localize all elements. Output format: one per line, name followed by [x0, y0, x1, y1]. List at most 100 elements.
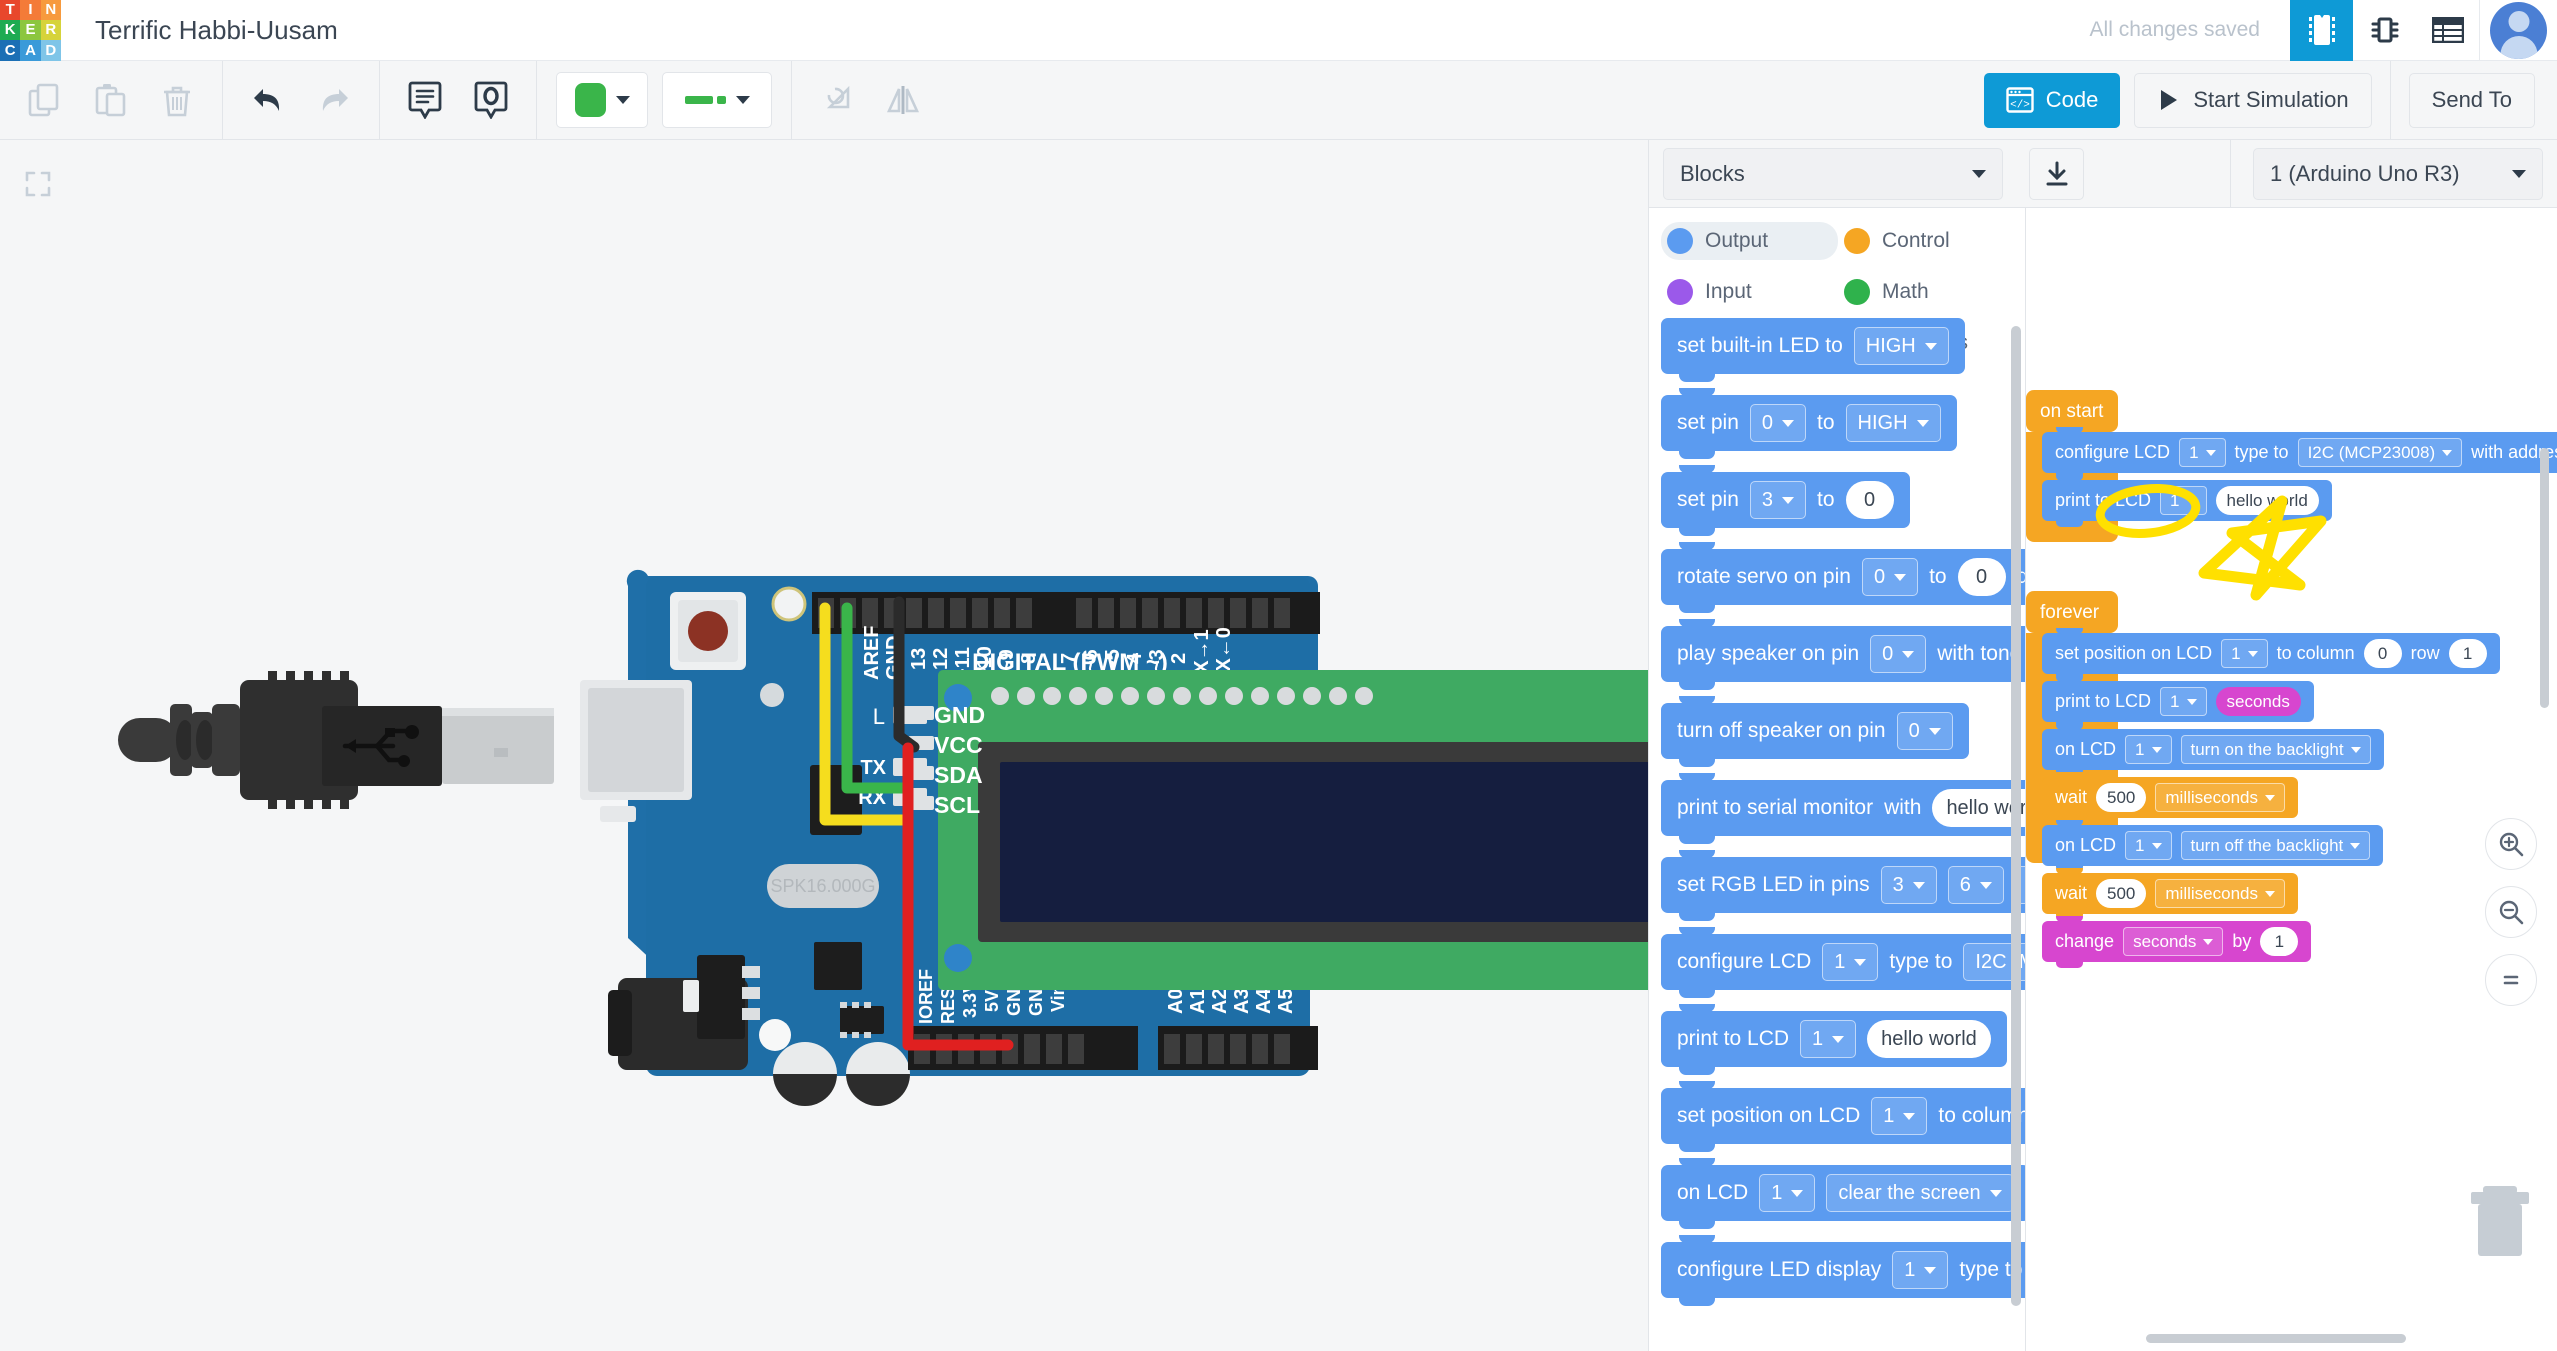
palette-block[interactable]: configure LED display1type to7-segment: [1661, 1235, 2025, 1306]
block-variable[interactable]: seconds: [2215, 687, 2301, 716]
tinkercad-logo[interactable]: TINKERCAD: [0, 0, 61, 61]
chip-icon[interactable]: [2353, 0, 2416, 61]
block-dropdown[interactable]: 1: [1822, 943, 1879, 981]
circuits-icon[interactable]: [2290, 0, 2353, 61]
redo-button[interactable]: [301, 67, 367, 133]
mirror-icon[interactable]: [870, 67, 936, 133]
palette-block[interactable]: configure LCD1type toI2C (MCP23008): [1661, 927, 2025, 998]
forever-blocks[interactable]: set position on LCD 1 to column 0 row 1 print …: [2042, 628, 2500, 969]
color-picker[interactable]: [556, 72, 648, 128]
palette-block[interactable]: set position on LCD1to column0: [1661, 1081, 2025, 1152]
palette-block[interactable]: on LCD 1 clear the screen: [1661, 1158, 2025, 1229]
block-dropdown[interactable]: 1: [2221, 639, 2268, 668]
block-input[interactable]: 500: [2096, 879, 2147, 908]
note-icon[interactable]: [392, 67, 458, 133]
zoom-in-button[interactable]: [2485, 818, 2537, 870]
download-button[interactable]: [2029, 147, 2084, 200]
block-dropdown[interactable]: 0: [1870, 635, 1927, 673]
on-start-blocks[interactable]: configure LCD 1 type to I2C (MCP23008) with …: [2042, 427, 2557, 528]
block-dropdown[interactable]: 6: [1947, 866, 2004, 904]
workspace-hscrollbar[interactable]: [2146, 1334, 2406, 1343]
category-input[interactable]: Input: [1661, 273, 1838, 311]
table-list-icon[interactable]: [2416, 0, 2479, 61]
block-dropdown[interactable]: 3: [1880, 866, 1937, 904]
on-start-hat[interactable]: on start: [2026, 390, 2118, 432]
workspace-block[interactable]: wait 500 milliseconds: [2042, 772, 2298, 824]
block-dropdown[interactable]: 1: [1892, 1251, 1949, 1289]
workspace-block[interactable]: wait 500 milliseconds: [2042, 868, 2298, 920]
block-input[interactable]: hello world: [2215, 486, 2319, 515]
code-button[interactable]: </> Code: [1983, 72, 2121, 128]
undo-button[interactable]: [235, 67, 301, 133]
palette-block[interactable]: print to LCD 1 hello world: [1661, 1004, 2007, 1075]
circuit-artwork[interactable]: SPK16.000G L TX RX AREF GND 13 12 ~11 ~1…: [0, 140, 1648, 1351]
delete-button[interactable]: [144, 67, 210, 133]
block-dropdown[interactable]: 0: [1861, 558, 1919, 596]
palette-block[interactable]: set RGB LED in pins365: [1661, 850, 2025, 921]
circuit-canvas[interactable]: SPK16.000G L TX RX AREF GND 13 12 ~11 ~1…: [0, 140, 1648, 1351]
editor-mode-dropdown[interactable]: Blocks: [1663, 147, 2003, 200]
zoom-out-button[interactable]: [2485, 886, 2537, 938]
block-dropdown[interactable]: 1: [1800, 1020, 1857, 1058]
block-input[interactable]: 0: [1845, 481, 1894, 519]
category-math[interactable]: Math: [1838, 273, 2015, 311]
block-input[interactable]: hello world: [1867, 1020, 1991, 1058]
palette-block-list[interactable]: set built-in LED to HIGH set pin 0 to HIGH set…: [1649, 318, 2025, 1309]
palette-block[interactable]: set pin 3 to 0: [1661, 465, 1910, 536]
blocks-workspace[interactable]: on start configure LCD 1 type to I2C (MCP23…: [2026, 208, 2557, 1351]
block-dropdown[interactable]: 1: [2179, 438, 2226, 467]
delete-blocks-trash[interactable]: [2469, 1178, 2531, 1263]
rotate-icon[interactable]: [804, 67, 870, 133]
workspace-block[interactable]: set position on LCD 1 to column 0 row 1: [2042, 628, 2500, 680]
palette-scrollbar[interactable]: [2011, 326, 2021, 1306]
block-input[interactable]: 0: [2363, 639, 2402, 668]
block-dropdown[interactable]: 1: [2160, 486, 2207, 515]
start-simulation-button[interactable]: Start Simulation: [2134, 72, 2372, 128]
workspace-block[interactable]: print to LCD 1 hello world: [2042, 475, 2332, 527]
block-dropdown[interactable]: 3: [1749, 481, 1806, 519]
block-input[interactable]: 0: [1957, 558, 2006, 596]
block-dropdown[interactable]: 0: [1749, 404, 1806, 442]
block-dropdown[interactable]: milliseconds: [2155, 879, 2285, 908]
block-input[interactable]: 1: [2448, 639, 2487, 668]
category-control[interactable]: Control: [1838, 222, 2015, 260]
block-dropdown[interactable]: HIGH: [1845, 404, 1941, 442]
avatar[interactable]: [2479, 0, 2557, 61]
block-dropdown[interactable]: 1: [2125, 735, 2172, 764]
palette-block[interactable]: turn off speaker on pin 0: [1661, 696, 1969, 767]
workspace-block[interactable]: on LCD 1 turn off the backlight: [2042, 820, 2384, 872]
palette-block[interactable]: set pin 0 to HIGH: [1661, 388, 1957, 459]
forever-hat[interactable]: forever: [2026, 591, 2118, 633]
block-input[interactable]: 500: [2096, 783, 2147, 812]
fit-to-screen-button[interactable]: [2485, 954, 2537, 1006]
block-dropdown[interactable]: clear the screen: [1826, 1174, 2014, 1212]
palette-block[interactable]: print to serial monitorwithhello world: [1661, 773, 2025, 844]
copy-button[interactable]: [12, 67, 78, 133]
block-dropdown[interactable]: I2C (MCP23008): [2297, 438, 2463, 467]
block-dropdown[interactable]: 1: [1871, 1097, 1928, 1135]
workspace-block[interactable]: print to LCD 1 seconds: [2042, 676, 2314, 728]
block-dropdown[interactable]: milliseconds: [2155, 783, 2285, 812]
block-dropdown[interactable]: 1: [1759, 1174, 1816, 1212]
send-to-button[interactable]: Send To: [2408, 72, 2535, 128]
workspace-vscrollbar[interactable]: [2540, 448, 2549, 708]
block-dropdown[interactable]: 1: [2125, 831, 2172, 860]
workspace-block[interactable]: change seconds by 1: [2042, 916, 2312, 968]
annotation-icon[interactable]: [458, 67, 524, 133]
workspace-block[interactable]: on LCD 1 turn on the backlight: [2042, 724, 2384, 776]
workspace-block[interactable]: configure LCD 1 type to I2C (MCP23008) with …: [2042, 427, 2557, 479]
category-output[interactable]: Output: [1661, 222, 1838, 260]
block-dropdown[interactable]: turn off the backlight: [2180, 831, 2371, 860]
block-input[interactable]: 1: [2260, 927, 2299, 956]
palette-block[interactable]: set built-in LED to HIGH: [1661, 318, 1965, 382]
board-dropdown[interactable]: 1 (Arduino Uno R3): [2253, 147, 2543, 200]
block-dropdown[interactable]: seconds: [2123, 927, 2224, 956]
block-dropdown[interactable]: HIGH: [1853, 327, 1949, 365]
block-dropdown[interactable]: 0: [1896, 712, 1953, 750]
block-dropdown[interactable]: 1: [2160, 687, 2207, 716]
palette-block[interactable]: rotate servo on pin0to0degrees: [1661, 542, 2025, 613]
block-dropdown[interactable]: turn on the backlight: [2180, 735, 2371, 764]
paste-button[interactable]: [78, 67, 144, 133]
line-style-picker[interactable]: [662, 72, 772, 128]
palette-block[interactable]: play speaker on pin0with tone6: [1661, 619, 2025, 690]
